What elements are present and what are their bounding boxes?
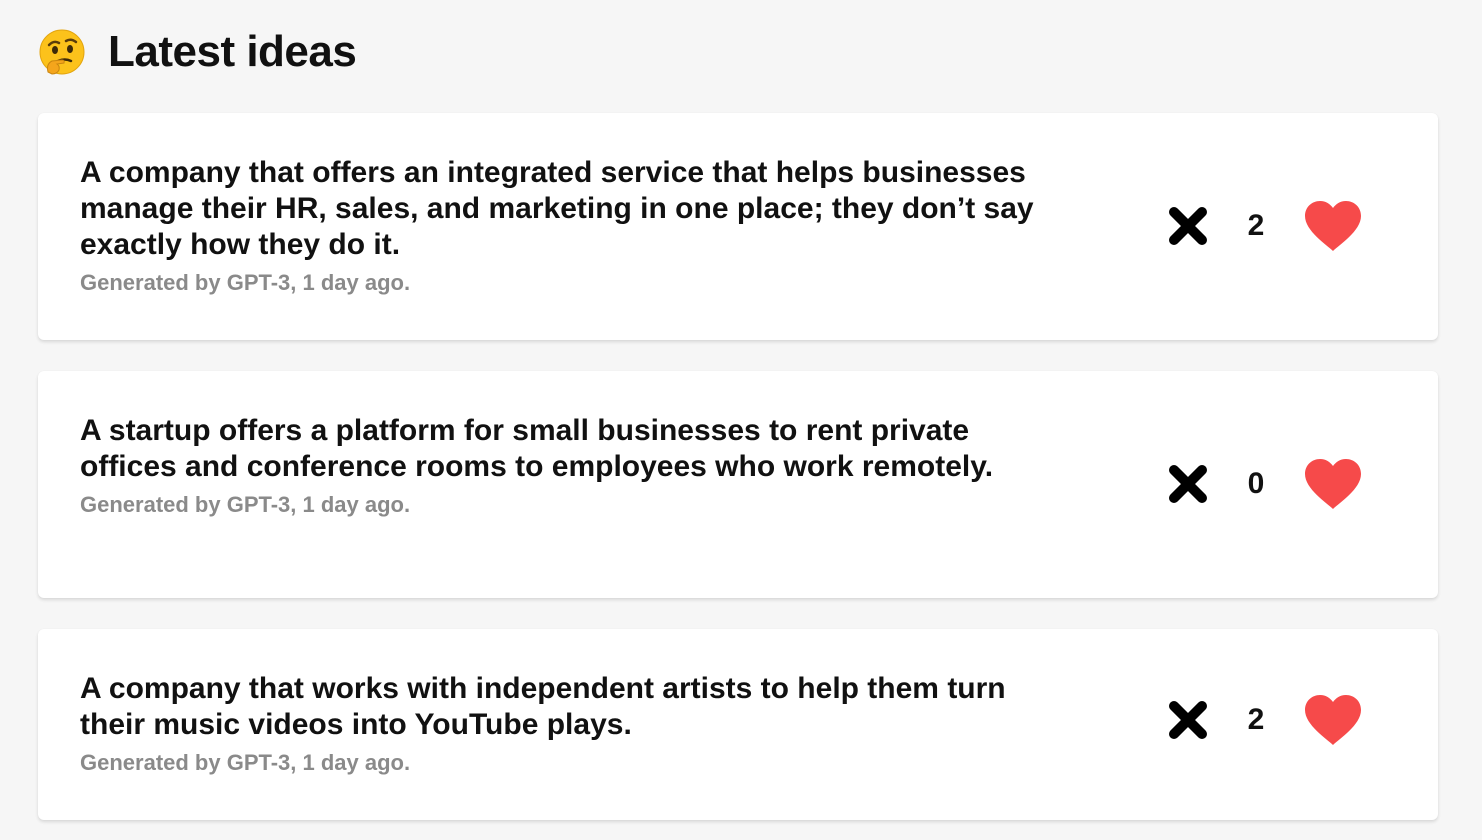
idea-meta: Generated by GPT-3, 1 day ago. xyxy=(80,270,411,295)
idea-text: A startup offers a platform for small bu… xyxy=(80,414,994,483)
thinking-face-icon xyxy=(38,28,86,76)
idea-content: A company that offers an integrated serv… xyxy=(80,155,1070,297)
like-button[interactable] xyxy=(1303,198,1363,254)
idea-meta: Generated by GPT-3, 1 day ago. xyxy=(80,750,411,775)
like-button[interactable] xyxy=(1303,692,1363,748)
idea-actions: 0 xyxy=(1163,454,1363,514)
heart-icon xyxy=(1305,459,1361,509)
like-count: 2 xyxy=(1247,209,1265,242)
like-count: 0 xyxy=(1247,467,1265,500)
idea-card: A startup offers a platform for small bu… xyxy=(38,371,1438,598)
idea-card: A company that offers an integrated serv… xyxy=(38,113,1438,340)
heart-icon xyxy=(1305,695,1361,745)
idea-actions: 2 xyxy=(1163,196,1363,256)
close-icon xyxy=(1169,465,1207,503)
idea-card: A company that works with independent ar… xyxy=(38,629,1438,820)
dismiss-button[interactable] xyxy=(1163,201,1213,251)
like-button[interactable] xyxy=(1303,456,1363,512)
idea-text: A company that offers an integrated serv… xyxy=(80,156,1034,261)
idea-content: A startup offers a platform for small bu… xyxy=(80,413,1070,519)
idea-content: A company that works with independent ar… xyxy=(80,671,1070,777)
close-icon xyxy=(1169,701,1207,739)
idea-text: A company that works with independent ar… xyxy=(80,672,1006,741)
close-icon xyxy=(1169,207,1207,245)
dismiss-button[interactable] xyxy=(1163,695,1213,745)
page-header: Latest ideas xyxy=(38,24,357,80)
like-count: 2 xyxy=(1247,703,1265,736)
page-title: Latest ideas xyxy=(108,27,357,76)
dismiss-button[interactable] xyxy=(1163,459,1213,509)
idea-meta: Generated by GPT-3, 1 day ago. xyxy=(80,492,411,517)
idea-actions: 2 xyxy=(1163,690,1363,750)
heart-icon xyxy=(1305,201,1361,251)
